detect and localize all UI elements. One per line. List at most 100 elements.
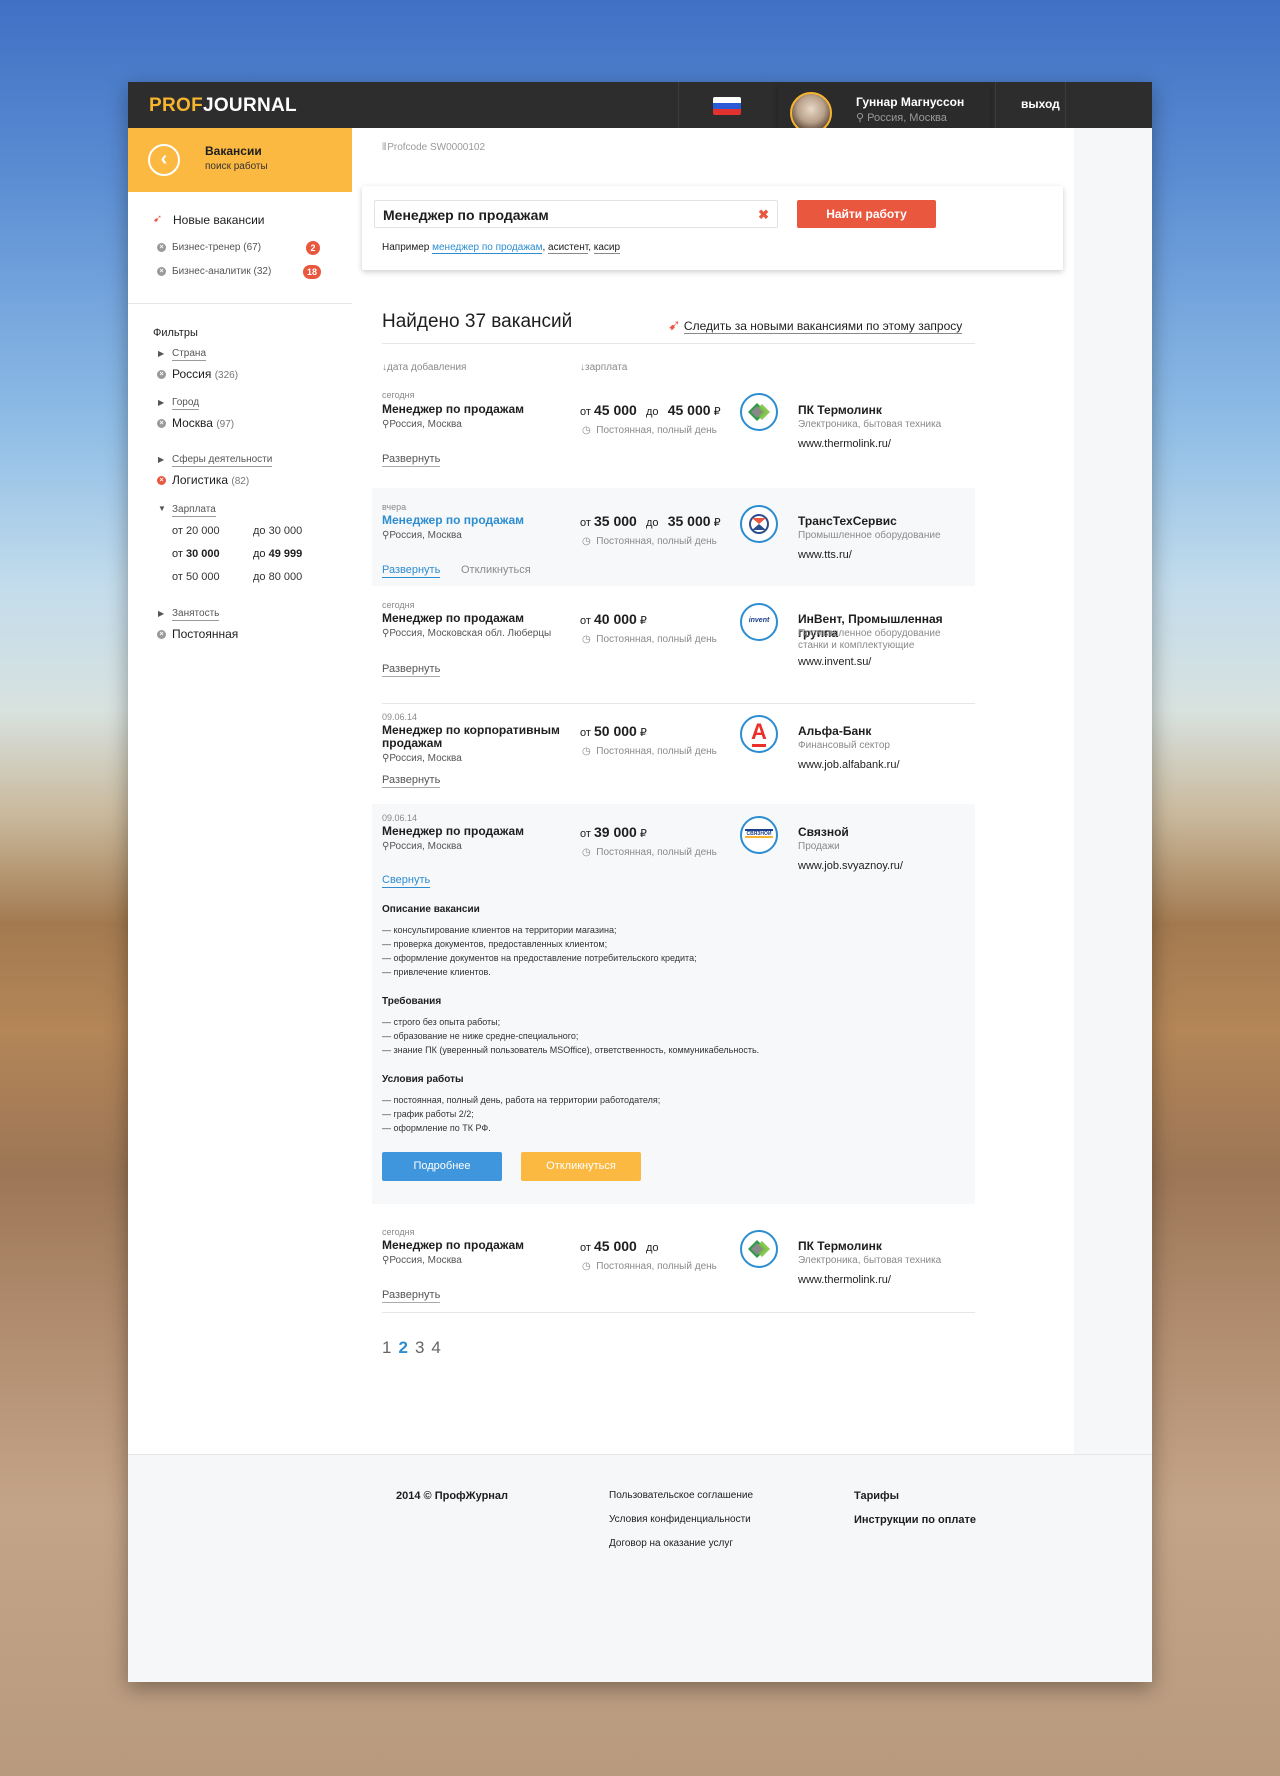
salary-range-from[interactable]: от 20 000	[172, 525, 220, 537]
footer-link[interactable]: Пользовательское соглашение	[609, 1490, 753, 1501]
remove-icon[interactable]: ×	[157, 419, 166, 428]
company-logo[interactable]: СВЯЗНОЙ	[740, 816, 778, 854]
country-count: (326)	[214, 370, 239, 381]
salary-range-to[interactable]: до 30 000	[253, 525, 302, 537]
find-job-button[interactable]: Найти работу	[797, 200, 936, 228]
company-url[interactable]: www.thermolink.ru/	[798, 438, 891, 450]
salary-from-prefix: от	[172, 571, 183, 583]
salary-to-value: 30 000	[268, 525, 303, 537]
company-name[interactable]: ПК Термолинк	[798, 403, 882, 417]
clear-icon[interactable]: ✖	[758, 207, 769, 223]
expand-link[interactable]: Развернуть	[382, 453, 441, 467]
expand-link[interactable]: Развернуть	[382, 564, 441, 578]
requirements-line: — знание ПК (уверенный пользователь MSOf…	[382, 1045, 760, 1055]
search-input[interactable]: Менеджер по продажам ✖	[374, 200, 778, 228]
company-url[interactable]: www.job.svyaznoy.ru/	[798, 860, 903, 872]
expand-link[interactable]: Развернуть	[382, 1289, 441, 1303]
russia-flag-icon[interactable]	[713, 97, 741, 115]
logout-link[interactable]: выход	[1021, 97, 1060, 111]
job-date: вчера	[382, 502, 407, 512]
new-vacancies-link[interactable]: Новые вакансии	[173, 213, 264, 227]
salary-range-from[interactable]: от 50 000	[172, 571, 220, 583]
page-link[interactable]: 4	[431, 1338, 440, 1357]
filter-country-toggle[interactable]: Страна	[172, 348, 207, 361]
hint-link[interactable]: менеджер по продажам	[432, 242, 543, 254]
collapse-link[interactable]: Свернуть	[382, 874, 431, 888]
company-logo[interactable]: invent	[740, 603, 778, 641]
sphere-value: Логистика	[172, 473, 229, 487]
company-name[interactable]: Альфа-Банк	[798, 724, 871, 738]
job-schedule-text: Постоянная, полный день	[596, 634, 717, 645]
company-name[interactable]: ТрансТехСервис	[798, 514, 897, 528]
job-date: 09.06.14	[382, 813, 418, 823]
job-title[interactable]: Менеджер по продажам	[382, 825, 577, 838]
page-link[interactable]: 3	[415, 1338, 424, 1357]
expand-link[interactable]: Развернуть	[382, 774, 441, 788]
company-name[interactable]: Связной	[798, 825, 849, 839]
company-logo[interactable]	[740, 393, 778, 431]
job-salary: от 39 000 ₽	[580, 824, 647, 840]
remove-icon[interactable]: ×	[157, 476, 166, 485]
remove-icon[interactable]: ×	[157, 630, 166, 639]
currency: ₽	[713, 517, 721, 529]
hint-link[interactable]: касир	[593, 242, 621, 254]
company-sector: Промышленное оборудование станки и компл…	[798, 628, 941, 651]
filter-sphere-toggle[interactable]: Сферы деятельности	[172, 454, 273, 467]
company-url[interactable]: www.job.alfabank.ru/	[798, 759, 900, 771]
footer-link[interactable]: Договор на оказание услуг	[609, 1538, 733, 1549]
remove-icon[interactable]: ×	[157, 243, 166, 252]
expand-link[interactable]: Развернуть	[382, 663, 441, 677]
logo-journal: JOURNAL	[202, 95, 297, 116]
job-schedule: ◷ Постоянная, полный день	[582, 847, 717, 858]
salary-range-to[interactable]: до 49 999	[253, 548, 302, 560]
conditions-heading: Условия работы	[382, 1074, 464, 1085]
company-name[interactable]: ПК Термолинк	[798, 1239, 882, 1253]
follow-link[interactable]: ➹ Следить за новыми вакансиями по этому …	[668, 316, 963, 334]
salary-from: 35 000	[593, 513, 637, 529]
job-title[interactable]: Менеджер по продажам	[382, 612, 577, 625]
sort-by-date[interactable]: ↓дата добавления	[382, 362, 466, 373]
page-link[interactable]: 1	[382, 1338, 391, 1357]
subscription-item[interactable]: Бизнес-тренер (67)	[172, 242, 261, 253]
respond-link[interactable]: Откликнуться	[461, 564, 531, 576]
filter-city-toggle[interactable]: Город	[172, 397, 200, 410]
company-logo[interactable]	[740, 1230, 778, 1268]
job-date: сегодня	[382, 600, 415, 610]
salary-from: 39 000	[593, 824, 637, 840]
back-button[interactable]: ‹	[148, 144, 180, 176]
filter-salary-toggle[interactable]: Зарплата	[172, 504, 216, 517]
footer-link[interactable]: Условия конфиденциальности	[609, 1514, 751, 1525]
hint-link[interactable]: асистент	[548, 242, 589, 254]
job-title[interactable]: Менеджер по продажам	[382, 403, 577, 416]
hint-comma: ,	[542, 242, 546, 253]
respond-button[interactable]: Откликнуться	[521, 1152, 641, 1181]
salary-range-from[interactable]: от 30 000	[172, 548, 220, 560]
details-button[interactable]: Подробнее	[382, 1152, 502, 1181]
footer-payment-link[interactable]: Инструкции по оплате	[854, 1514, 976, 1526]
subscription-item[interactable]: Бизнес-аналитик (32)	[172, 266, 271, 277]
company-url[interactable]: www.invent.su/	[798, 656, 871, 668]
sort-by-salary[interactable]: ↓зарплата	[580, 362, 627, 373]
job-title[interactable]: Менеджер по корпоративным продажам	[382, 724, 572, 750]
salary-range-to[interactable]: до 80 000	[253, 571, 302, 583]
remove-icon[interactable]: ×	[157, 267, 166, 276]
job-schedule: ◷ Постоянная, полный день	[582, 746, 717, 757]
job-title[interactable]: Менеджер по продажам	[382, 514, 577, 527]
company-logo[interactable]	[740, 505, 778, 543]
filter-employment-toggle[interactable]: Занятость	[172, 608, 220, 621]
salary-from-value: 50 000	[185, 571, 220, 583]
job-schedule-text: Постоянная, полный день	[596, 536, 717, 547]
company-logo[interactable]: А	[740, 715, 778, 753]
page-link-current[interactable]: 2	[398, 1338, 407, 1357]
company-url[interactable]: www.thermolink.ru/	[798, 1274, 891, 1286]
footer-tariffs-link[interactable]: Тарифы	[854, 1490, 899, 1502]
company-sector: Электроника, бытовая техника	[798, 1255, 942, 1266]
job-title[interactable]: Менеджер по продажам	[382, 1239, 577, 1252]
remove-icon[interactable]: ×	[157, 370, 166, 379]
currency: ₽	[639, 727, 647, 739]
main-content: ⦀ Profcode SW0000102 Менеджер по продажа…	[352, 128, 1074, 1454]
company-url[interactable]: www.tts.ru/	[798, 549, 852, 561]
logo[interactable]: PROFJOURNAL	[149, 95, 297, 117]
caret-right-icon: ▶	[158, 455, 165, 464]
invent-logo-icon: invent	[748, 617, 770, 624]
